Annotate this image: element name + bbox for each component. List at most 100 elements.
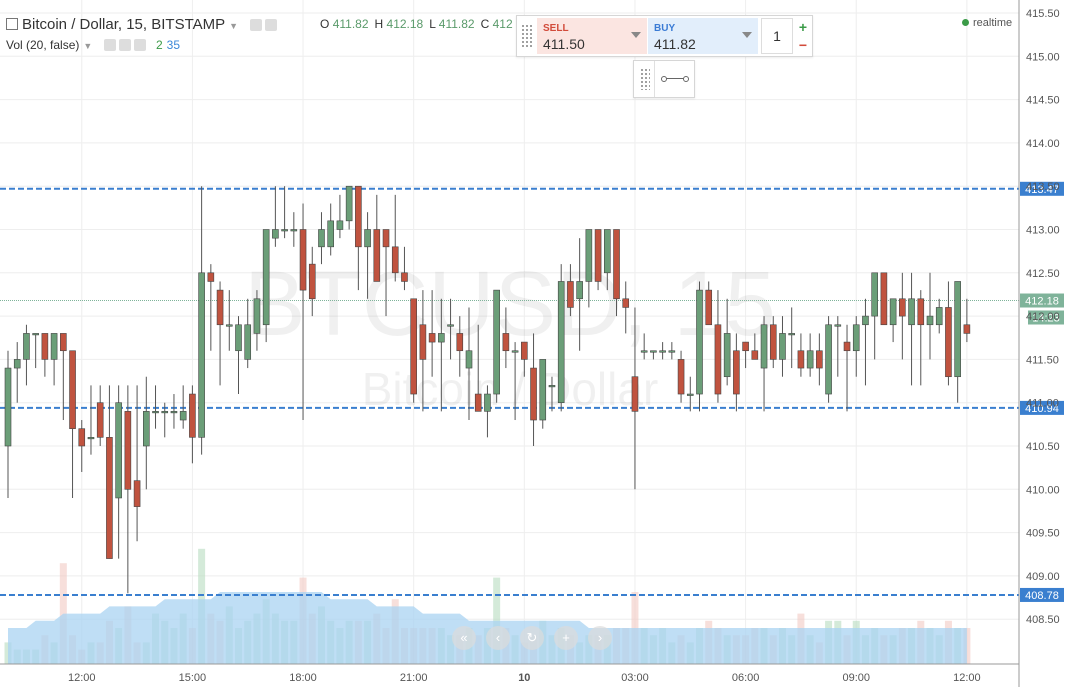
visibility-icon[interactable] (103, 39, 116, 51)
candle-body (659, 350, 666, 353)
candle-body (714, 324, 722, 395)
price-chart[interactable]: BTCUSD, 15Bitcoin / Dollar 413.47410.944… (0, 0, 1067, 687)
candle-body (32, 333, 39, 336)
volume-value-green: 2 (155, 38, 163, 52)
ohlc-high: 412.18 (386, 17, 424, 31)
candle-body (179, 411, 187, 421)
candle-body (115, 402, 122, 499)
chevrons-left-icon[interactable]: « (452, 626, 476, 650)
reset-icon[interactable]: ↻ (520, 626, 544, 650)
realtime-indicator: realtime (962, 17, 1012, 29)
candle-body (668, 350, 676, 353)
volume-label: Vol (20, false) (6, 38, 80, 52)
watermark-symbol: BTCUSD, 15 (244, 253, 776, 355)
chevron-left-icon[interactable]: ‹ (486, 626, 510, 650)
y-tick-label: 413.00 (1026, 225, 1060, 237)
y-tick-label: 411.00 (1026, 398, 1059, 410)
candle-body (521, 341, 528, 360)
caret-down-icon[interactable]: ▼ (229, 21, 238, 31)
y-tick-label: 414.50 (1026, 95, 1060, 107)
candle-body (124, 411, 132, 490)
candle-body (705, 289, 713, 326)
quantity-input[interactable]: 1 (761, 18, 793, 54)
x-tick-label: 21:00 (400, 672, 428, 684)
candle-body (382, 229, 390, 248)
candle-body (336, 220, 344, 230)
candle-body (899, 298, 906, 317)
collapse-toggle-icon[interactable] (6, 18, 18, 30)
drag-handle-icon[interactable] (521, 24, 533, 48)
candle-body (318, 229, 325, 248)
y-tick-label: 415.50 (1026, 8, 1060, 20)
candle-body (152, 411, 159, 414)
candle-body (539, 359, 547, 421)
y-tick-label: 411.50 (1026, 354, 1059, 366)
symbol-title-text: Bitcoin / Dollar, 15, BITSTAMP (22, 16, 226, 33)
candle-body (484, 393, 491, 412)
candle-body (345, 185, 353, 222)
y-tick-label: 412.00 (1026, 311, 1060, 323)
candle-body (60, 333, 67, 352)
chevron-down-icon[interactable] (742, 32, 752, 38)
y-tick-label: 413.50 (1026, 181, 1060, 193)
buy-button[interactable]: BUY 411.82 (648, 18, 758, 54)
candle-body (769, 324, 777, 360)
chart-navigation: « ‹ ↻ + › (452, 626, 622, 650)
settings-icon[interactable] (118, 39, 131, 51)
candle-body (456, 333, 464, 352)
candle-body (677, 359, 685, 395)
settings-icon[interactable] (265, 19, 278, 31)
candle-body (133, 480, 141, 507)
chevron-right-icon[interactable]: › (588, 626, 612, 650)
symbol-title[interactable]: Bitcoin / Dollar, 15, BITSTAMP ▼ (6, 16, 280, 33)
sell-price: 411.50 (543, 36, 585, 52)
buy-label: BUY (654, 23, 676, 34)
volume-legend[interactable]: Vol (20, false) ▼ 2 35 (6, 38, 180, 52)
candle-body (170, 411, 178, 414)
x-tick-label: 09:00 (842, 672, 870, 684)
candle-body (843, 341, 851, 352)
candle-body (696, 289, 703, 395)
candle-body (502, 333, 510, 352)
volume-value-blue: 35 (166, 38, 181, 52)
drag-handle-icon[interactable] (640, 68, 650, 90)
minus-icon[interactable]: − (795, 37, 811, 53)
candle-body (797, 350, 805, 369)
ohlc-close: 412 (492, 17, 513, 31)
y-tick-label: 408.50 (1026, 614, 1060, 626)
caret-down-icon[interactable]: ▼ (83, 41, 92, 51)
zoom-in-icon[interactable]: + (554, 626, 578, 650)
x-tick-label: 12:00 (68, 672, 96, 684)
chevron-down-icon[interactable] (631, 32, 641, 38)
candle-body (963, 324, 971, 334)
candle-body (733, 350, 740, 395)
realtime-label: realtime (973, 17, 1013, 29)
candle-body (207, 272, 215, 282)
candle-body (50, 333, 58, 360)
candle-body (926, 315, 934, 326)
close-icon[interactable] (133, 39, 146, 51)
horizontal-line-tool-icon[interactable] (661, 76, 689, 82)
candle-body (13, 359, 21, 369)
candle-body (650, 350, 657, 353)
candle-body (640, 350, 648, 353)
plus-icon[interactable]: + (795, 19, 811, 35)
toolbar-divider (654, 61, 655, 97)
candle-body (272, 229, 279, 239)
drawing-toolbar (633, 60, 695, 98)
candle-body (511, 350, 519, 353)
candle-body (935, 307, 943, 326)
candle-body (594, 229, 602, 282)
sell-button[interactable]: SELL 411.50 (537, 18, 647, 54)
candle-body (825, 324, 832, 395)
candle-body (760, 324, 768, 369)
visibility-icon[interactable] (250, 19, 263, 31)
candle-body (613, 229, 620, 300)
candle-body (438, 333, 445, 343)
candle-body (327, 220, 335, 248)
buy-price: 411.82 (654, 36, 696, 52)
candle-body (631, 376, 639, 412)
ohlc-open: 411.82 (332, 17, 369, 31)
x-tick-label: 10 (518, 672, 530, 684)
y-tick-label: 409.50 (1026, 528, 1060, 540)
